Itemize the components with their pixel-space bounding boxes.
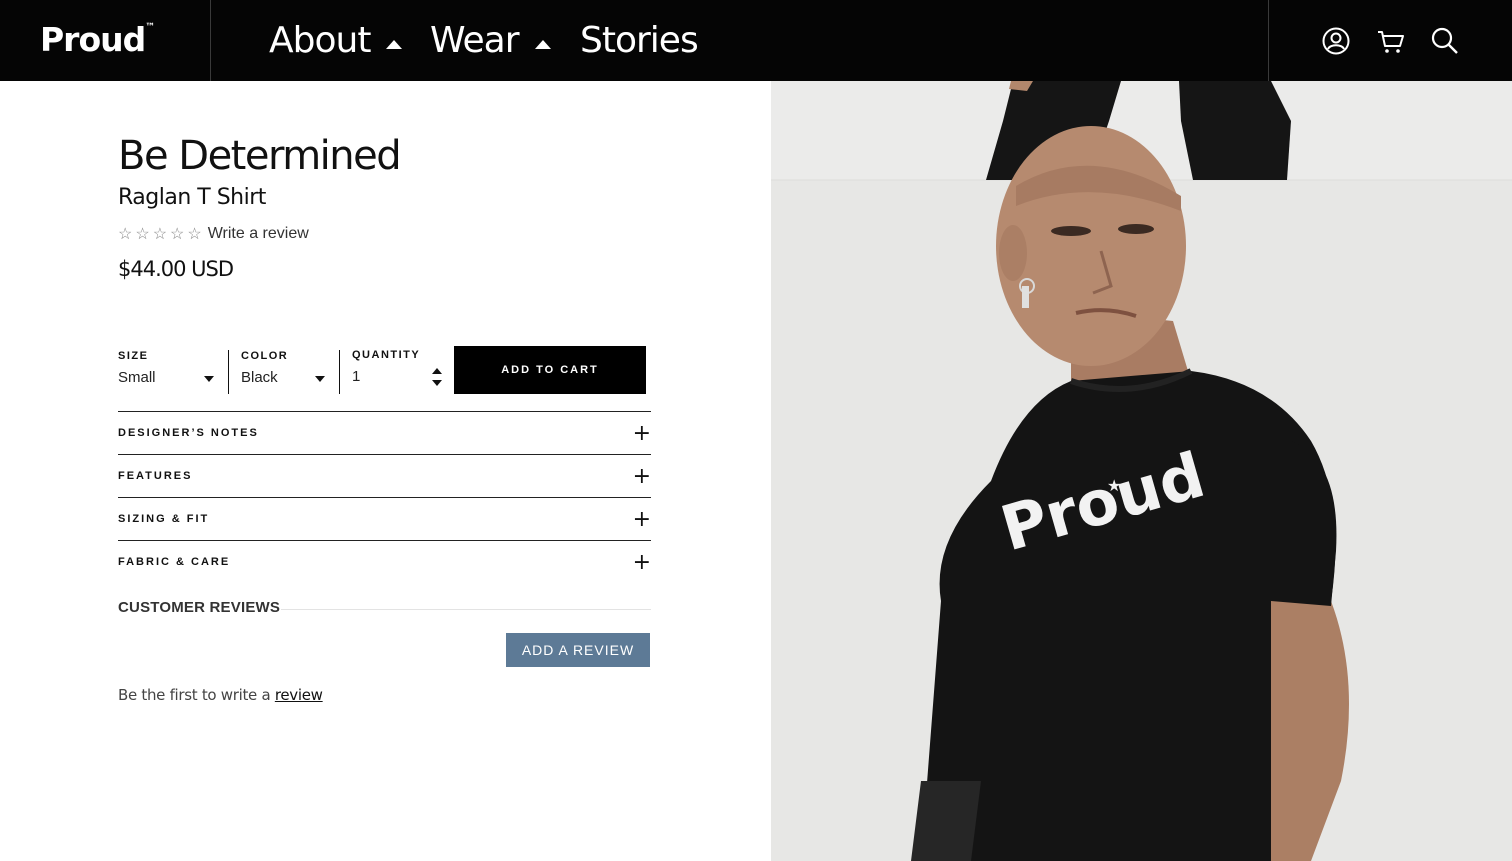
star-empty-icon: ☆ [187,226,202,243]
nav-about-label: About [269,20,371,61]
spinner-down-icon[interactable] [432,380,442,386]
spinner-icon[interactable] [432,368,442,386]
nav-wear-label: Wear [430,20,519,61]
plus-icon: + [632,549,651,575]
accordion-fabric-care[interactable]: FABRIC & CARE + [118,541,651,583]
spinner-up-icon[interactable] [432,368,442,374]
write-review-link[interactable]: Write a review [208,225,309,243]
size-select[interactable]: SIZE Small [118,350,218,386]
chevron-down-icon[interactable] [204,376,214,382]
add-review-button[interactable]: ADD A REVIEW [506,633,650,667]
accordion-designers-notes[interactable]: DESIGNER’S NOTES + [118,412,651,454]
caret-up-icon [534,40,551,49]
color-label: COLOR [241,350,289,362]
accordion-label: FABRIC & CARE [118,556,231,568]
cart-icon[interactable] [1376,26,1406,56]
star-empty-icon: ☆ [118,226,133,243]
quantity-label: QUANTITY [352,349,421,361]
star-empty-icon: ☆ [170,226,185,243]
quantity-stepper[interactable]: QUANTITY 1 [352,349,442,385]
customer-reviews-heading: CUSTOMER REVIEWS [118,599,281,616]
caret-up-icon [386,40,403,49]
plus-icon: + [632,420,651,446]
field-divider [228,350,229,394]
product-subtitle: Raglan T Shirt [118,185,266,210]
site-header: Proud™ About Wear Stories [0,0,1512,81]
nav-about[interactable]: About [269,20,403,61]
divider [281,609,651,610]
chevron-down-icon[interactable] [315,376,325,382]
header-divider [210,0,211,81]
star-empty-icon: ☆ [152,226,168,243]
accordion-label: DESIGNER’S NOTES [118,427,259,439]
logo-text: Proud [40,20,146,59]
logo[interactable]: Proud™ [40,20,155,59]
add-to-cart-button[interactable]: ADD TO CART [454,346,646,394]
nav-wear[interactable]: Wear [430,20,551,61]
search-icon[interactable] [1430,26,1460,56]
accordion-label: FEATURES [118,470,193,482]
accordion-sizing-fit[interactable]: SIZING & FIT + [118,498,651,540]
svg-text:★: ★ [1107,476,1121,495]
model-image: Proud ★ [771,81,1512,861]
product-photo: Proud ★ [771,81,1512,861]
review-link[interactable]: review [275,686,323,704]
plus-icon: + [632,506,651,532]
star-empty-icon: ☆ [135,226,150,243]
size-label: SIZE [118,350,149,362]
nav-stories[interactable]: Stories [580,20,699,61]
field-divider [339,350,340,394]
empty-reviews-prefix: Be the first to write a [118,686,275,704]
product-price: $44.00 USD [118,257,234,281]
quantity-value[interactable]: 1 [352,368,442,385]
product-title: Be Determined [118,133,402,179]
accordion-features[interactable]: FEATURES + [118,455,651,497]
plus-icon: + [632,463,651,489]
rating: ☆ ☆ ☆ ☆ ☆ Write a review [118,224,309,244]
logo-trademark: ™ [145,22,155,33]
empty-reviews-text: Be the first to write a review [118,686,323,704]
account-icon[interactable] [1321,26,1351,56]
header-divider [1268,0,1269,81]
size-value: Small [118,369,156,386]
nav-stories-label: Stories [580,20,699,61]
accordion-label: SIZING & FIT [118,513,210,525]
